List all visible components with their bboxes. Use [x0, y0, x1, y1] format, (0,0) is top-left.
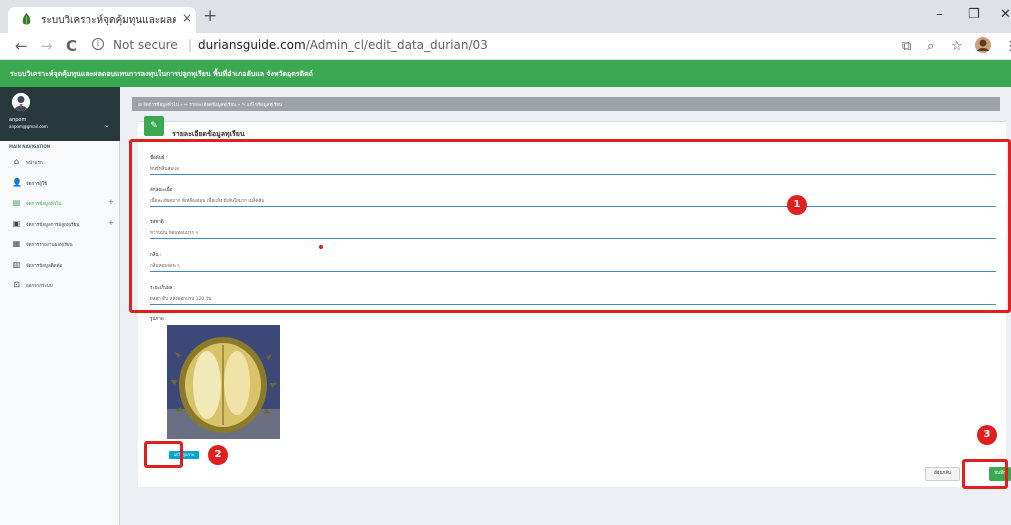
callout-box-edit-image	[144, 441, 183, 468]
profile-avatar-icon[interactable]	[975, 37, 991, 53]
sidebar-item-label: จัดการผู้ใช้	[26, 182, 48, 187]
sidebar-item-planting-data[interactable]: ▣ จัดการข้อมูลการปลูกทุเรียน +	[0, 217, 120, 231]
nav-header: MAIN NAVIGATION	[9, 144, 51, 149]
home-icon: ⌂	[13, 157, 20, 166]
browser-toolbar: ← → C i Not secure | duriansguide.com/Ad…	[0, 33, 1011, 60]
sidebar-item-label: จัดการข้อมูลการปลูกทุเรียน	[26, 223, 80, 228]
calendar-icon: ▣	[12, 219, 21, 228]
back-arrow-icon[interactable]: ←	[15, 37, 28, 55]
url-text[interactable]: duriansguide.com/Admin_cl/edit_data_duri…	[198, 38, 488, 52]
browser-tab[interactable]: ระบบวิเคราะห์จุดคุ้มทุนและผลตอบแทน ×	[8, 7, 196, 33]
user-email: anpom@gmail.com	[9, 124, 48, 129]
callout-number-1: 1	[787, 195, 807, 215]
app-header: ระบบวิเคราะห์จุดคุ้มทุนและผลตอบแทนการลงท…	[0, 60, 1011, 87]
translate-icon[interactable]: ⧉	[902, 39, 911, 54]
edit-icon: ✎	[144, 116, 164, 136]
callout-number-2: 2	[208, 445, 228, 465]
url-path: /Admin_cl/edit_data_durian/03	[305, 38, 488, 52]
sidebar-item-reports[interactable]: ▦ จัดการรายงานผลทุเรียน	[0, 237, 120, 251]
sidebar-item-home[interactable]: ⌂ หน้าแรก	[0, 155, 120, 169]
sidebar-item-general-data[interactable]: ▤ จัดการข้อมูลทั่วไป +	[0, 196, 120, 210]
security-label: Not secure	[113, 38, 178, 52]
browser-tabstrip: ระบบวิเคราะห์จุดคุ้มทุนและผลตอบแทน × + –…	[0, 0, 1011, 33]
zoom-icon[interactable]: ⌕	[927, 39, 934, 54]
durian-favicon-icon	[22, 13, 31, 25]
maximize-button[interactable]: ❐	[968, 7, 980, 22]
user-panel: anpom anpom@gmail.com ⌄	[0, 87, 120, 141]
sidebar-item-logout[interactable]: ⊡ ออกจากระบบ	[0, 278, 120, 292]
sidebar-item-users[interactable]: 👤 จัดการผู้ใช้	[0, 176, 120, 190]
chat-icon: ▥	[12, 260, 21, 269]
app-title: ระบบวิเคราะห์จุดคุ้มทุนและผลตอบแทนการลงท…	[10, 70, 313, 78]
tab-close-icon[interactable]: ×	[182, 11, 192, 25]
durian-photo	[167, 325, 280, 439]
sidebar-item-label: จัดการข้อมูลติดต่อ	[26, 264, 63, 269]
list-icon: ▦	[12, 239, 21, 248]
red-dot-marker	[319, 245, 323, 249]
sidebar-item-label: จัดการข้อมูลทั่วไป	[26, 202, 62, 207]
reload-icon[interactable]: C	[66, 37, 77, 55]
logout-icon: ⊡	[13, 280, 20, 289]
sidebar-item-label: จัดการรายงานผลทุเรียน	[26, 243, 73, 248]
sidebar-item-contact[interactable]: ▥ จัดการข้อมูลติดต่อ	[0, 258, 120, 272]
image-label: รูปภาพ :	[150, 317, 167, 322]
sidebar-item-label: หน้าแรก	[26, 161, 43, 166]
browser-menu-icon[interactable]: ⋮	[1004, 39, 1011, 54]
window-close-button[interactable]: ✕	[1000, 7, 1011, 22]
user-icon: 👤	[12, 178, 22, 187]
new-tab-button[interactable]: +	[203, 6, 217, 26]
user-name: anpom	[9, 117, 27, 123]
chevron-down-icon[interactable]: ⌄	[104, 121, 110, 129]
back-button[interactable]: ย้อนกลับ	[925, 467, 960, 481]
minimize-button[interactable]: –	[936, 7, 943, 22]
url-separator: |	[188, 38, 193, 52]
callout-number-3: 3	[977, 425, 997, 445]
callout-box-fields	[129, 139, 1011, 313]
forward-arrow-icon[interactable]: →	[40, 37, 53, 55]
bookmark-star-icon[interactable]: ☆	[951, 39, 963, 54]
url-host: duriansguide.com	[198, 38, 306, 52]
sidebar: anpom anpom@gmail.com ⌄ MAIN NAVIGATION …	[0, 87, 120, 525]
tab-title: ระบบวิเคราะห์จุดคุ้มทุนและผลตอบแทน	[41, 15, 176, 26]
user-avatar	[12, 93, 30, 111]
callout-box-save	[962, 459, 1008, 489]
address-bar[interactable]: i Not secure | duriansguide.com/Admin_cl…	[88, 35, 878, 57]
sidebar-item-label: ออกจากระบบ	[26, 284, 53, 289]
expand-plus-icon[interactable]: +	[108, 219, 114, 227]
table-icon: ▤	[12, 198, 21, 207]
breadcrumb[interactable]: ⊟ จัดการข้อมูลทั่วไป » ✏ รายละเอียดข้อมู…	[132, 97, 1000, 111]
info-icon[interactable]: i	[92, 38, 104, 50]
expand-plus-icon[interactable]: +	[108, 198, 114, 206]
